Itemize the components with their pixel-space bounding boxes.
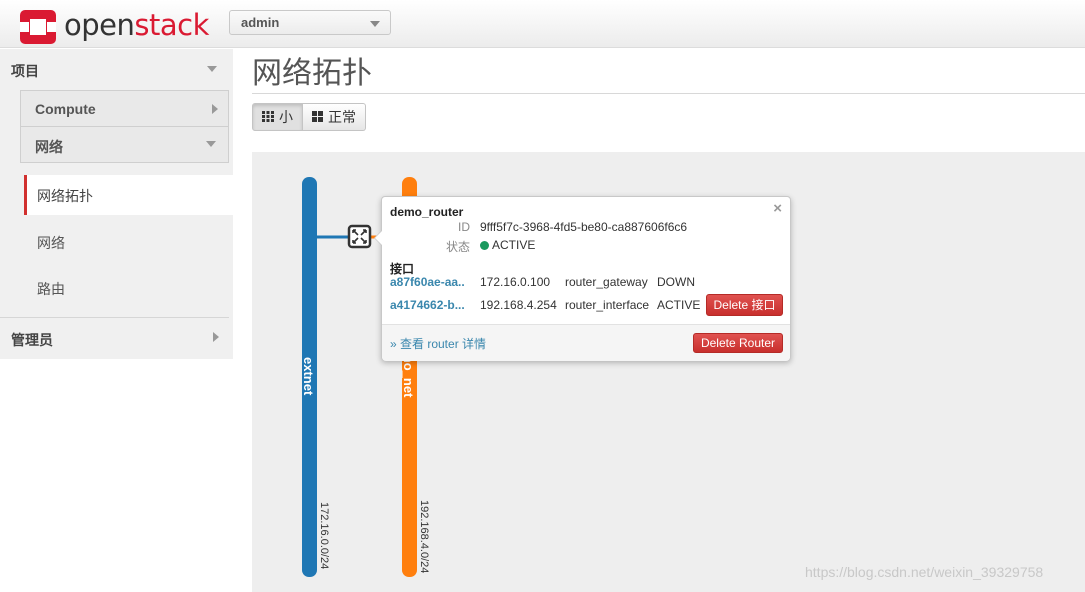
view-normal-button[interactable]: 正常 <box>303 103 366 131</box>
watermark: https://blog.csdn.net/weixin_39329758 <box>805 564 1044 580</box>
sidebar-item-label: 路由 <box>37 281 65 297</box>
view-normal-label: 正常 <box>328 109 356 125</box>
interface-ip: 192.168.4.254 <box>480 298 557 312</box>
interface-status: ACTIVE <box>657 298 701 312</box>
logo-text-open: open <box>64 8 135 42</box>
divider <box>252 93 1085 94</box>
openstack-logo-icon[interactable] <box>20 10 56 44</box>
router-id-value: 9fff5f7c-3968-4fd5-be80-ca887606f6c6 <box>480 220 688 234</box>
close-icon[interactable]: × <box>773 200 782 217</box>
chevron-down-icon <box>370 21 380 27</box>
popup-pointer-inner <box>375 231 382 245</box>
top-header: openstack admin <box>0 0 1085 48</box>
interface-ip: 172.16.0.100 <box>480 275 551 289</box>
chevron-right-icon <box>213 332 219 342</box>
network-name-extnet: extnet <box>301 357 316 396</box>
project-selector-value: admin <box>241 15 280 30</box>
sidebar-section-admin[interactable]: 管理员 <box>0 317 229 357</box>
interface-type: router_gateway <box>565 275 648 289</box>
chevron-right-icon <box>212 104 218 114</box>
interface-type: router_interface <box>565 298 650 312</box>
interface-status: DOWN <box>657 275 695 289</box>
page-title: 网络拓扑 <box>252 57 372 90</box>
router-status: ACTIVE <box>480 238 535 252</box>
router-status-label: 状态 <box>446 240 471 254</box>
interface-port-link[interactable]: a87f60ae-aa.. <box>390 275 465 289</box>
sidebar-group-network-label: 网络 <box>35 139 63 155</box>
network-cidr-demo-net: 192.168.4.0/24 <box>418 500 430 573</box>
sidebar-item-networks[interactable]: 网络 <box>24 222 233 262</box>
sidebar-item-routers[interactable]: 路由 <box>24 268 233 308</box>
status-active-icon <box>480 241 489 250</box>
sidebar-group-network[interactable]: 网络 <box>20 126 229 163</box>
sidebar: 项目 Compute 网络 网络拓扑 网络 路由 管理员 <box>0 49 233 359</box>
router-details-link[interactable]: » 查看 router 详情 <box>390 335 486 352</box>
topology-view-toggle: 小 正常 <box>252 103 366 131</box>
router-detail-popup: × demo_router ID 9fff5f7c-3968-4fd5-be80… <box>374 196 791 361</box>
router-name: demo_router <box>390 205 464 219</box>
router-icon[interactable] <box>347 224 372 249</box>
sidebar-section-admin-label: 管理员 <box>11 332 53 348</box>
view-small-button[interactable]: 小 <box>252 103 303 131</box>
sidebar-section-project-label: 项目 <box>11 63 39 79</box>
chevron-down-icon <box>207 66 217 72</box>
openstack-logo-text[interactable]: openstack <box>64 8 209 42</box>
network-cidr-extnet: 172.16.0.0/24 <box>318 502 330 569</box>
sidebar-group-compute-label: Compute <box>35 101 96 117</box>
sidebar-item-label: 网络拓扑 <box>37 188 93 204</box>
sidebar-group-compute[interactable]: Compute <box>20 90 229 127</box>
sidebar-section-project[interactable]: 项目 <box>0 49 229 89</box>
router-id-label: ID <box>458 220 470 234</box>
project-selector[interactable]: admin <box>229 10 391 35</box>
delete-router-button[interactable]: Delete Router <box>693 333 783 353</box>
delete-interface-button[interactable]: Delete 接口 <box>706 294 783 316</box>
sidebar-item-network-topology[interactable]: 网络拓扑 <box>24 175 233 215</box>
view-small-label: 小 <box>279 109 293 125</box>
logo-text-stack: stack <box>134 8 209 42</box>
grid-small-icon <box>262 109 274 125</box>
grid-large-icon <box>312 109 323 125</box>
popup-footer: » 查看 router 详情 Delete Router <box>382 324 790 361</box>
router-status-value: ACTIVE <box>492 238 536 252</box>
chevron-down-icon <box>206 141 216 147</box>
sidebar-item-label: 网络 <box>37 235 65 251</box>
interface-port-link[interactable]: a4174662-b... <box>390 298 465 312</box>
